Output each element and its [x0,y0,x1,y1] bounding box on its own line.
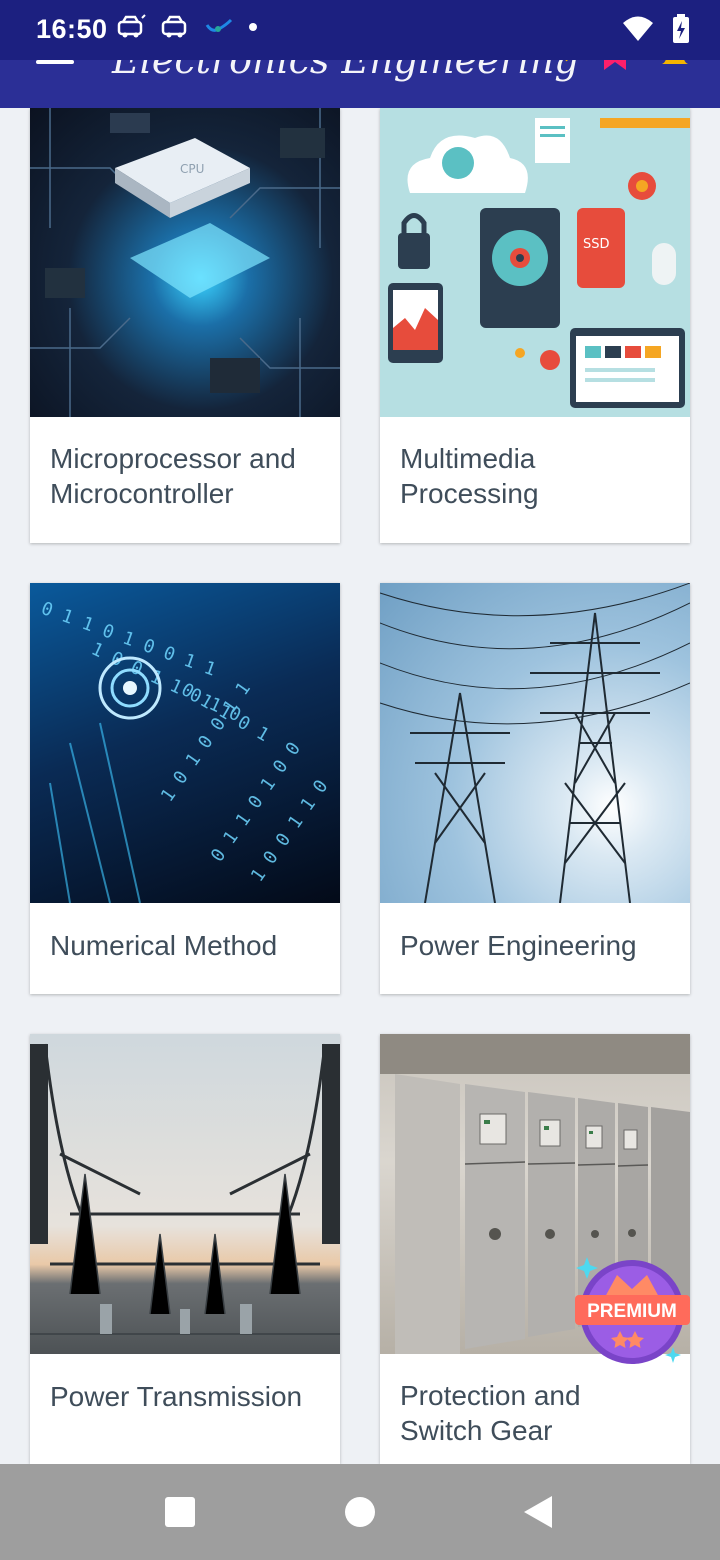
car-icon [117,14,146,38]
menu-icon [36,60,74,64]
svg-text:SSD: SSD [583,237,610,252]
bell-icon[interactable] [660,60,690,70]
app-bar-actions [540,60,690,70]
subject-card-title: Numerical Method [50,930,278,961]
status-bar: 16:50 [0,0,720,60]
dot-icon [249,23,257,31]
premium-badge-label: PREMIUM [587,1301,677,1322]
home-circle-icon[interactable] [344,1496,376,1528]
subject-card-title: Microprocessor and Microcontroller [50,443,296,509]
subject-card-title: Power Engineering [400,930,637,961]
system-nav-bar [0,1464,720,1560]
transmission-tower-image [380,583,690,903]
subject-card-title: Power Transmission [50,1381,303,1412]
subject-card-protection-switch-gear[interactable]: Protection and Switch Gear [380,1034,690,1464]
binary-code-image: 0 1 1 0 1 0 0 1 1 1 0 0 1 1 0 1 0 0 1 1 … [30,583,340,903]
subject-card-microprocessor[interactable]: CPU Microprocessor and Microcontroller [30,108,340,543]
substation-image [30,1034,340,1354]
subject-card-title: Multimedia Processing [400,443,539,509]
battery-charging-icon [673,14,689,43]
subject-card-power-transmission[interactable]: Power Transmission [30,1034,340,1464]
signal-app-icon [205,18,233,32]
bookmark-icon[interactable] [602,60,628,70]
subject-card-power-engineering[interactable]: Power Engineering [380,583,690,994]
cpu-chip-image: CPU [30,108,340,417]
data-storage-illustration: SSD [380,108,690,417]
app-bar: Electronics Engineering [0,60,720,108]
back-triangle-icon[interactable] [522,1494,554,1530]
subject-card-multimedia[interactable]: SSD Multimedia Processing [380,108,690,543]
status-time: 16:50 [36,14,108,44]
status-notification-icons [116,14,258,40]
car-icon [161,15,187,38]
premium-badge[interactable]: PREMIUM [575,1255,690,1367]
subject-card-title: Protection and Switch Gear [400,1380,581,1446]
status-system-icons [622,14,690,44]
wifi-icon [623,16,653,41]
menu-button[interactable] [36,60,76,68]
recents-square-icon[interactable] [164,1496,196,1528]
app-title: Electronics Engineering [112,60,579,82]
search-icon[interactable] [540,60,570,70]
svg-text:CPU: CPU [180,162,204,176]
subject-card-numerical-method[interactable]: 0 1 1 0 1 0 0 1 1 1 0 0 1 1 0 1 0 0 1 1 … [30,583,340,994]
